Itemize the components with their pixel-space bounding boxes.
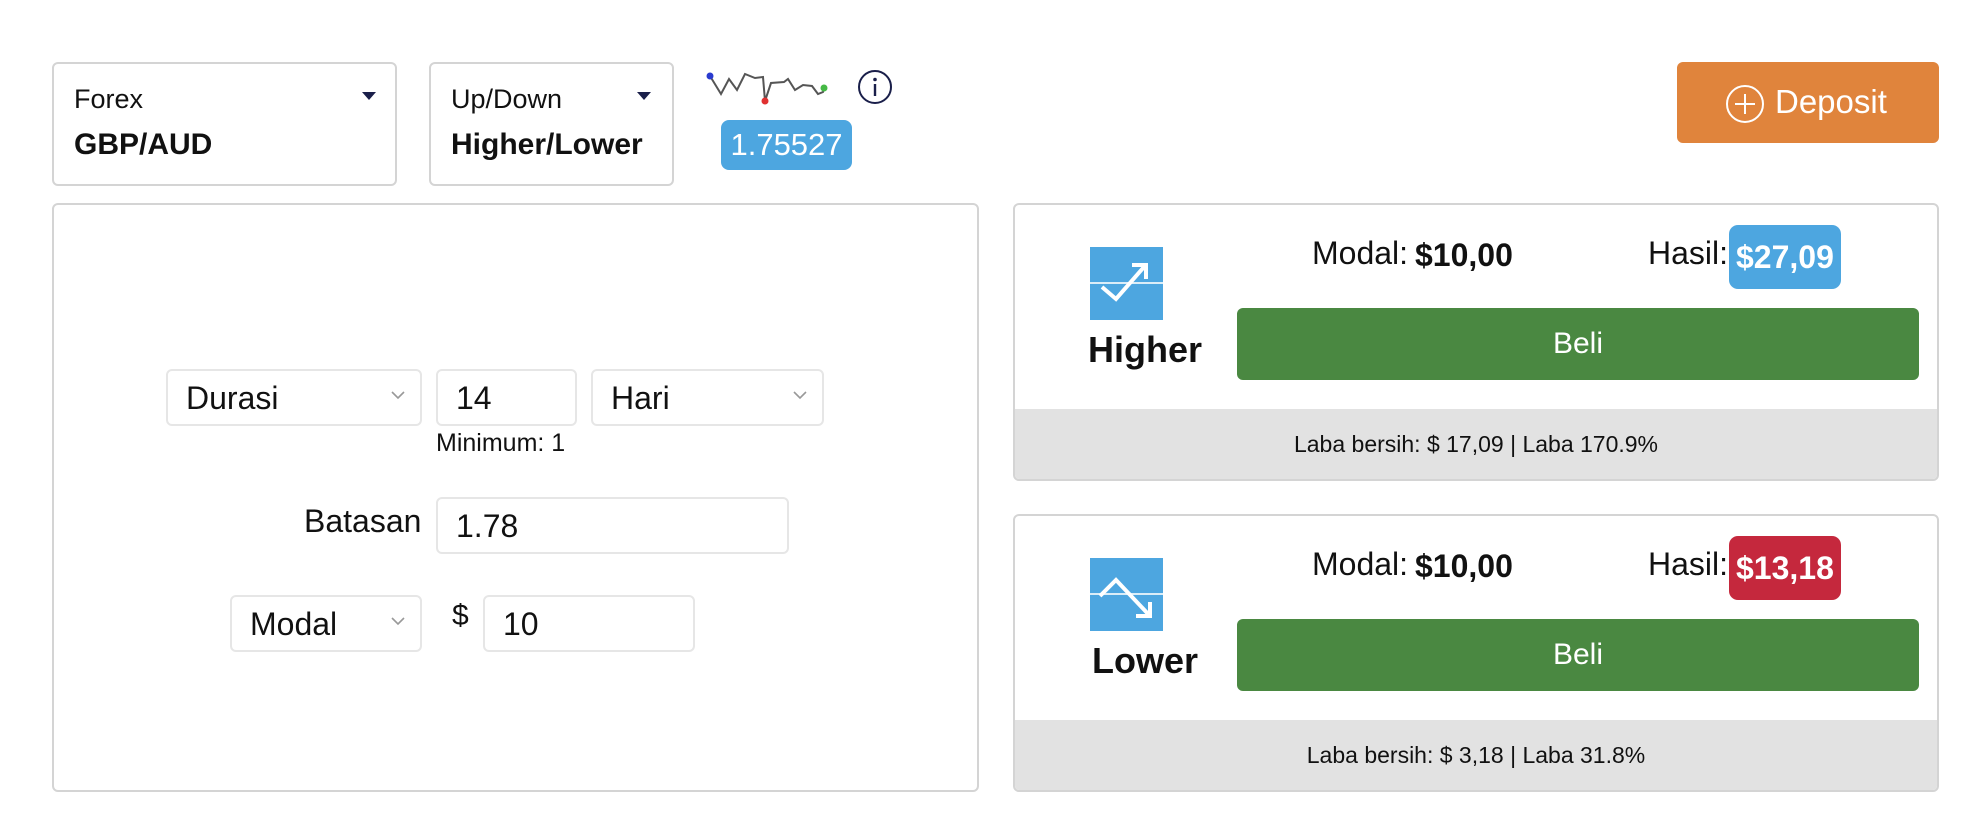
- deposit-label: Deposit: [1775, 83, 1887, 120]
- barrier-label: Batasan: [304, 503, 422, 539]
- market-category-select[interactable]: Forex GBP/AUD: [52, 62, 397, 186]
- chevron-down-icon: [391, 617, 405, 626]
- barrier-value: 1.78: [456, 508, 519, 544]
- net-profit-info: Laba bersih: $ 3,18 | Laba 31.8%: [1015, 720, 1937, 790]
- market-category-label: Forex: [74, 84, 144, 114]
- market-symbol: GBP/AUD: [74, 128, 213, 161]
- caret-down-icon: [362, 92, 376, 100]
- info-icon[interactable]: [857, 69, 893, 105]
- trend-up-icon: [1090, 247, 1163, 320]
- duration-amount-value: 14: [456, 380, 492, 416]
- contract-label: Higher: [1087, 329, 1202, 370]
- duration-type-value: Durasi: [186, 380, 279, 416]
- plus-circle-icon: [1726, 85, 1764, 123]
- payout-badge: $13,18: [1729, 536, 1841, 600]
- buy-higher-button[interactable]: Beli: [1237, 308, 1919, 380]
- duration-unit-select[interactable]: Hari: [591, 369, 824, 426]
- stake-label: Modal:: [1312, 546, 1409, 582]
- chevron-down-icon: [391, 391, 405, 400]
- deposit-button[interactable]: Deposit: [1677, 62, 1939, 143]
- sparkline-low-dot: [761, 97, 769, 105]
- stake-amount-input[interactable]: 10: [483, 595, 695, 652]
- buy-lower-button[interactable]: Beli: [1237, 619, 1919, 691]
- chevron-down-icon: [793, 391, 807, 400]
- contract-type-value: Higher/Lower: [451, 128, 643, 161]
- contract-type-label: Up/Down: [451, 84, 563, 114]
- duration-type-select[interactable]: Durasi: [166, 369, 422, 426]
- contract-type-select[interactable]: Up/Down Higher/Lower: [429, 62, 674, 186]
- current-price-badge: 1.75527: [721, 120, 852, 170]
- payout-badge: $27,09: [1729, 225, 1841, 289]
- stake-label: Modal:: [1312, 235, 1409, 271]
- sparkline-start-dot: [706, 72, 714, 80]
- trend-down-icon: [1090, 558, 1163, 631]
- sparkline-end-dot: [820, 84, 828, 92]
- stake-value: $10,00: [1415, 548, 1513, 584]
- duration-amount-input[interactable]: 14: [436, 369, 577, 426]
- contract-card-higher: Higher Modal: $10,00 Hasil: $27,09 Beli …: [1013, 203, 1939, 481]
- duration-min-hint: Minimum: 1: [436, 429, 566, 457]
- contract-label: Lower: [1091, 640, 1198, 681]
- duration-unit-value: Hari: [611, 380, 670, 416]
- stake-value: $10,00: [1415, 237, 1513, 273]
- contract-card-lower: Lower Modal: $10,00 Hasil: $13,18 Beli L…: [1013, 514, 1939, 792]
- currency-symbol: $: [452, 599, 469, 632]
- stake-amount-value: 10: [503, 606, 539, 642]
- caret-down-icon: [637, 92, 651, 100]
- net-profit-info: Laba bersih: $ 17,09 | Laba 170.9%: [1015, 409, 1937, 479]
- barrier-input[interactable]: 1.78: [436, 497, 789, 554]
- stake-type-value: Modal: [250, 606, 338, 642]
- payout-label: Hasil:: [1648, 235, 1729, 271]
- stake-type-select[interactable]: Modal: [230, 595, 422, 652]
- trade-form-panel: Durasi 14 Hari Minimum: 1 Batasan 1.78 M…: [52, 203, 979, 792]
- price-sparkline: [706, 72, 828, 105]
- payout-label: Hasil:: [1648, 546, 1729, 582]
